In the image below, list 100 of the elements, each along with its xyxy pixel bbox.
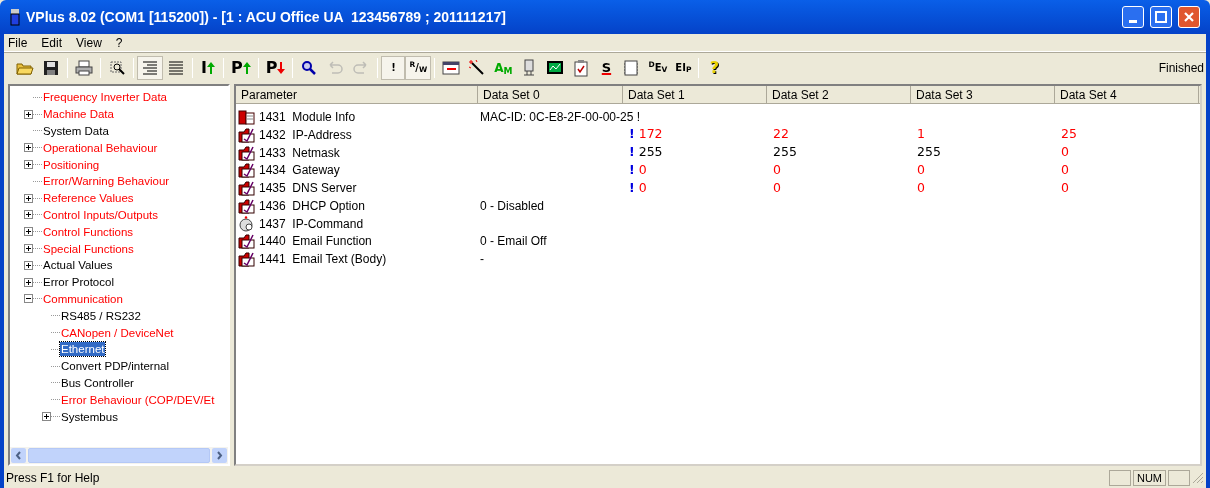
tree-item[interactable]: System Data: [42, 124, 110, 138]
column-header[interactable]: Data Set 0: [478, 86, 623, 103]
tree-item[interactable]: Control Functions: [42, 224, 135, 239]
tree-item[interactable]: Convert PDP/internal: [60, 359, 171, 374]
menu-item[interactable]: ?: [115, 33, 123, 52]
minimize-button[interactable]: [1122, 6, 1144, 28]
tree-item[interactable]: Positioning: [42, 157, 101, 172]
tree-item[interactable]: Reference Values: [42, 191, 135, 206]
expand-icon[interactable]: [24, 143, 33, 153]
tree-item[interactable]: Ethernet: [60, 342, 106, 357]
save-icon: [42, 58, 60, 77]
book-icon: [238, 108, 256, 125]
app-icon: [10, 8, 20, 26]
table-cell-text: 0: [638, 160, 647, 179]
warning-mark: !: [629, 160, 635, 179]
status-text: Press F1 for Help: [6, 470, 101, 487]
parameter-name: 1441 Email Text (Body): [259, 251, 387, 269]
toolbar-button[interactable]: $^{R}$/$_{W}$: [405, 55, 432, 80]
table-cell-text: 22: [773, 125, 789, 144]
table-cell: 0: [1061, 143, 1069, 162]
expand-icon[interactable]: [24, 193, 33, 203]
expand-icon[interactable]: [24, 227, 33, 237]
indented-lines-icon: [141, 58, 159, 77]
collapse-icon[interactable]: [24, 294, 33, 304]
table-cell: 255: [638, 143, 663, 162]
table-cell-text: 25: [1061, 125, 1077, 144]
menu-item[interactable]: File: [8, 33, 28, 52]
menu-item[interactable]: View: [76, 33, 102, 52]
maximize-button[interactable]: [1150, 6, 1172, 28]
table-cell-text: 0: [1061, 178, 1069, 197]
edit-document-icon: [238, 126, 256, 143]
expand-icon[interactable]: [42, 412, 51, 422]
scroll-right-icon[interactable]: [212, 448, 227, 463]
parameter-name: 1433 Netmask: [259, 144, 340, 162]
tree-item[interactable]: Control Inputs/Outputs: [42, 207, 160, 222]
close-button[interactable]: [1178, 6, 1200, 28]
warning-mark: !: [629, 178, 635, 197]
horizontal-scrollbar[interactable]: [10, 447, 228, 464]
column-header[interactable]: Data Set 1: [623, 86, 767, 103]
edit-document-icon: [238, 162, 256, 179]
tree-item[interactable]: CANopen / DeviceNet: [60, 325, 175, 340]
table-cell-text: 0: [773, 160, 781, 179]
toolbar-button[interactable]: P: [261, 55, 290, 80]
scroll-left-icon[interactable]: [11, 448, 26, 463]
expand-icon[interactable]: [24, 260, 33, 270]
column-header[interactable]: Data Set 2: [767, 86, 911, 103]
tree-item[interactable]: Machine Data: [42, 107, 115, 122]
toolbar-button[interactable]: S: [594, 55, 619, 80]
warning-mark: !: [629, 143, 635, 162]
table-cell: -: [480, 252, 484, 267]
lines-icon: [167, 58, 185, 77]
down-arrow-icon: [277, 61, 286, 74]
status-text: Finished: [1158, 59, 1204, 77]
edit-document-icon: [238, 144, 256, 161]
status-panel: NUM: [1132, 470, 1166, 486]
parameter-name: 1432 IP-Address: [259, 126, 352, 144]
expand-icon[interactable]: [24, 160, 33, 170]
tree-item[interactable]: Communication: [42, 291, 124, 306]
tree-item[interactable]: Special Functions: [42, 241, 135, 256]
toolbar-button[interactable]: P: [227, 55, 255, 80]
column-header[interactable]: Data Set 4: [1055, 86, 1199, 103]
tree-item[interactable]: RS485 / RS232: [60, 308, 142, 323]
expand-icon[interactable]: [24, 109, 33, 119]
tree-item[interactable]: Error/Warning Behaviour: [42, 174, 171, 189]
edit-document-icon: [238, 251, 256, 268]
table-cell: 0 - Disabled: [480, 198, 545, 213]
toolbar-button[interactable]: I: [196, 55, 220, 80]
tree-item[interactable]: Error Protocol: [42, 275, 115, 290]
tree-item[interactable]: Bus Controller: [60, 375, 135, 390]
menu-item[interactable]: Edit: [41, 33, 63, 52]
resize-grip-icon[interactable]: [1192, 472, 1204, 484]
toolbar-button[interactable]: EI$_{P}$: [671, 55, 696, 80]
expand-icon[interactable]: [24, 277, 33, 287]
window-icon: [442, 58, 461, 77]
expand-icon[interactable]: [24, 244, 33, 254]
parameter-name: 1431 Module Info: [259, 108, 356, 126]
edit-document-icon: [238, 197, 256, 214]
tree-item[interactable]: Systembus: [60, 409, 119, 424]
warning-mark: !: [629, 125, 635, 144]
tree-item[interactable]: Actual Values: [42, 258, 114, 273]
edit-document-icon: [238, 233, 256, 250]
tree-item[interactable]: Frequency Inverter Data: [42, 90, 168, 105]
toolbar-button[interactable]: !: [381, 55, 406, 80]
table-cell-text: 0: [1061, 160, 1069, 179]
table-cell-text: 0: [638, 178, 647, 197]
toolbar-button[interactable]: $^{D}$E$_{V}$: [644, 55, 672, 80]
table-cell-text: 0: [917, 178, 925, 197]
parameter-name: 1435 DNS Server: [259, 180, 357, 198]
window-title: VPlus 8.02 (COM1 [115200]) - [1 : ACU Office UA 123456789 ; 201111217]: [26, 7, 506, 27]
scroll-thumb[interactable]: [28, 448, 210, 463]
tree-button[interactable]: [137, 55, 163, 80]
close-icon: [1183, 11, 1195, 23]
column-header[interactable]: Parameter: [236, 86, 478, 103]
table-cell: MAC-ID: 0C-E8-2F-00-00-25 !: [480, 109, 641, 124]
clipboard-icon: [572, 58, 591, 77]
tree-item[interactable]: Error Behaviour (COP/DEV/Et: [60, 392, 216, 407]
tree-item[interactable]: Operational Behaviour: [42, 140, 159, 155]
column-header[interactable]: Data Set 3: [911, 86, 1055, 103]
maximize-icon: [1155, 11, 1167, 23]
expand-icon[interactable]: [24, 210, 33, 220]
